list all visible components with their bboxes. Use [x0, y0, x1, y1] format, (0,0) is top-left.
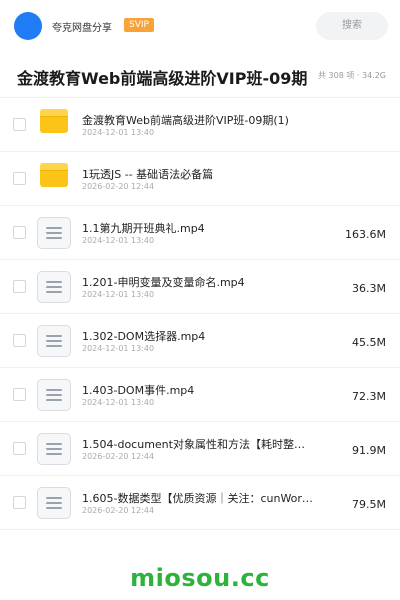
file-row[interactable]: 1.403-DOM事件.mp4 2024-12-01 13:40 72.3M	[0, 368, 400, 422]
file-date: 2026-02-20 12:44	[82, 182, 155, 191]
file-size: 79.5M	[352, 498, 386, 511]
avatar[interactable]	[14, 12, 42, 40]
file-row[interactable]: 1.201-申明变量及变量命名.mp4 2024-12-01 13:40 36.3M	[0, 260, 400, 314]
file-list: 金渡教育Web前端高级进阶VIP班-09期(1) 2024-12-01 13:40…	[0, 98, 400, 530]
file-icon	[37, 217, 71, 249]
file-icon	[37, 487, 71, 519]
file-row[interactable]: 1.302-DOM选择器.mp4 2024-12-01 13:40 45.5M	[0, 314, 400, 368]
file-icon	[37, 379, 71, 411]
file-name[interactable]: 1.605-数据类型【优质资源｜关注：cunWor…	[82, 490, 318, 506]
file-size: 45.5M	[352, 336, 386, 349]
file-date: 2024-12-01 13:40	[82, 128, 155, 137]
file-name[interactable]: 1玩透JS -- 基础语法必备篇	[82, 166, 318, 182]
top-bar: 夸克网盘分享 SVIP 搜索	[0, 0, 400, 52]
select-checkbox[interactable]	[13, 280, 26, 293]
page-title: 金渡教育Web前端高级进阶VIP班-09期	[17, 69, 308, 88]
svip-badge: SVIP	[124, 18, 154, 32]
folder-icon	[40, 163, 68, 187]
file-date: 2024-12-01 13:40	[82, 398, 155, 407]
search-button[interactable]: 搜索	[316, 12, 388, 40]
file-name[interactable]: 1.201-申明变量及变量命名.mp4	[82, 274, 318, 290]
file-date: 2026-02-20 12:44	[82, 506, 155, 515]
file-date: 2024-12-01 13:40	[82, 344, 155, 353]
file-size: 163.6M	[345, 228, 386, 241]
file-icon	[37, 433, 71, 465]
file-name[interactable]: 1.1第九期开班典礼.mp4	[82, 220, 318, 236]
file-name[interactable]: 金渡教育Web前端高级进阶VIP班-09期(1)	[82, 112, 318, 128]
select-checkbox[interactable]	[13, 388, 26, 401]
file-date: 2026-02-20 12:44	[82, 452, 155, 461]
file-name[interactable]: 1.302-DOM选择器.mp4	[82, 328, 318, 344]
file-name[interactable]: 1.504-document对象属性和方法【耗时整…	[82, 436, 318, 452]
select-checkbox[interactable]	[13, 118, 26, 131]
file-name[interactable]: 1.403-DOM事件.mp4	[82, 382, 318, 398]
file-size: 91.9M	[352, 444, 386, 457]
file-row[interactable]: 1.504-document对象属性和方法【耗时整… 2026-02-20 12:…	[0, 422, 400, 476]
select-checkbox[interactable]	[13, 172, 26, 185]
file-size: 72.3M	[352, 390, 386, 403]
title-bar: 金渡教育Web前端高级进阶VIP班-09期 共 308 项 · 34.2G	[0, 52, 400, 98]
select-checkbox[interactable]	[13, 496, 26, 509]
file-row[interactable]: 1玩透JS -- 基础语法必备篇 2026-02-20 12:44	[0, 152, 400, 206]
file-row[interactable]: 金渡教育Web前端高级进阶VIP班-09期(1) 2024-12-01 13:40	[0, 98, 400, 152]
watermark: miosou.cc	[130, 564, 270, 592]
file-size: 36.3M	[352, 282, 386, 295]
file-icon	[37, 271, 71, 303]
select-checkbox[interactable]	[13, 226, 26, 239]
file-date: 2024-12-01 13:40	[82, 290, 155, 299]
file-row[interactable]: 1.605-数据类型【优质资源｜关注：cunWor… 2026-02-20 12:…	[0, 476, 400, 530]
select-checkbox[interactable]	[13, 334, 26, 347]
file-row[interactable]: 1.1第九期开班典礼.mp4 2024-12-01 13:40 163.6M	[0, 206, 400, 260]
file-date: 2024-12-01 13:40	[82, 236, 155, 245]
select-checkbox[interactable]	[13, 442, 26, 455]
file-summary: 共 308 项 · 34.2G	[318, 71, 386, 80]
folder-icon	[40, 109, 68, 133]
share-label: 夸克网盘分享	[52, 23, 112, 34]
file-icon	[37, 325, 71, 357]
